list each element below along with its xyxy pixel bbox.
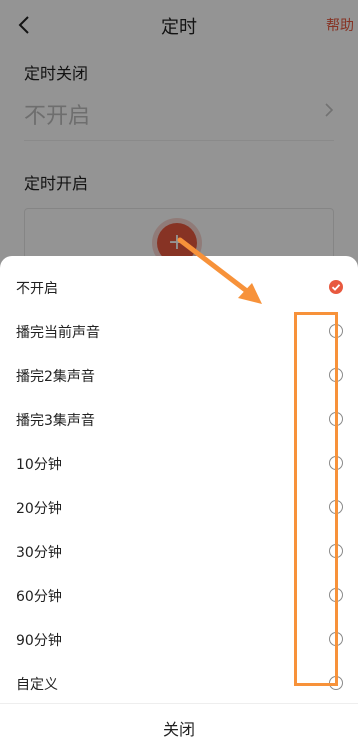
option-label: 60分钟 [16,589,62,605]
option-label: 30分钟 [16,545,62,561]
option-label: 20分钟 [16,501,62,517]
annotation-highlight-box [294,312,338,686]
option-label: 播完3集声音 [16,413,95,429]
radio-checked-icon[interactable] [329,280,343,294]
option-label: 90分钟 [16,633,62,649]
check-icon [331,284,341,291]
close-sheet-button[interactable]: 关闭 [0,704,358,742]
close-sheet-label: 关闭 [162,720,195,739]
option-row[interactable]: 不开启 [0,266,358,310]
option-label: 不开启 [16,281,58,297]
option-label: 10分钟 [16,457,62,473]
option-label: 播完2集声音 [16,369,95,385]
option-label: 自定义 [16,677,58,693]
option-label: 播完当前声音 [16,325,100,341]
